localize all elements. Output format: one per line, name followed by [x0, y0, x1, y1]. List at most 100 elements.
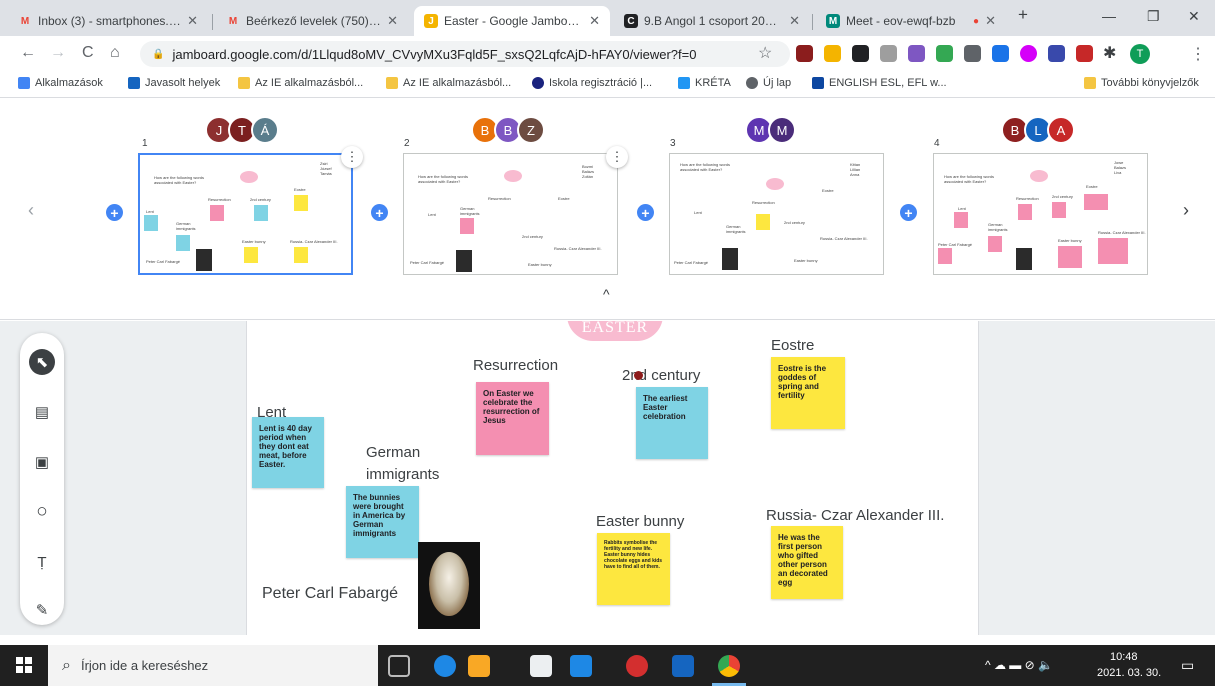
- label-easter-bunny[interactable]: Easter bunny: [596, 512, 684, 531]
- label-russia-czar[interactable]: Russia- Czar Alexander III.: [766, 506, 944, 525]
- tab-gmail-inbox[interactable]: M Inbox (3) - smartphones.frie ✕: [8, 6, 208, 36]
- frame-options-kebab-icon[interactable]: ⋮: [341, 146, 363, 168]
- lock-icon: 🔒: [152, 48, 165, 60]
- add-frame-button[interactable]: +: [637, 204, 654, 221]
- system-tray-icons[interactable]: ^ ☁ ▬ ⊘ 🔈: [985, 658, 1053, 672]
- bookmark-english-esl[interactable]: ENGLISH ESL, EFL w...: [812, 77, 947, 89]
- extension-icon[interactable]: [796, 45, 813, 62]
- clock-date[interactable]: 2021. 03. 30.: [1097, 667, 1161, 679]
- extension-icon[interactable]: [992, 45, 1009, 62]
- bookmark-school-registration[interactable]: Iskola regisztráció |...: [532, 77, 652, 89]
- label-eostre[interactable]: Eostre: [771, 336, 814, 355]
- frame-thumbnail-1[interactable]: How are the following words associated w…: [138, 153, 353, 275]
- mail-icon[interactable]: [570, 655, 592, 677]
- next-frames-button[interactable]: ›: [1183, 200, 1189, 221]
- menu-kebab-icon[interactable]: ⋮: [1190, 44, 1206, 64]
- extension-icon[interactable]: [908, 45, 925, 62]
- sticky-note-eostre[interactable]: Eostre is the goddes of spring and ferti…: [771, 357, 845, 429]
- bookmark-label: KRÉTA: [695, 77, 731, 89]
- back-button[interactable]: ←: [20, 44, 36, 62]
- windows-start-icon[interactable]: [16, 657, 32, 673]
- add-frame-button[interactable]: +: [371, 204, 388, 221]
- extension-icon[interactable]: [1020, 45, 1037, 62]
- extension-icon[interactable]: [852, 45, 869, 62]
- close-icon[interactable]: ✕: [985, 13, 996, 29]
- image-tool-icon[interactable]: ▣: [29, 449, 55, 475]
- bookmark-new-tab[interactable]: Új lap: [746, 77, 791, 89]
- sticky-note-easter-bunny[interactable]: Rabbits symbolise the fertility and new …: [597, 533, 670, 605]
- sticky-note-german-immigrants[interactable]: The bunnies were brought in America by G…: [346, 486, 419, 558]
- sticky-note-russia-czar[interactable]: He was the first person who gifted other…: [771, 526, 843, 599]
- frame-thumbnail-4[interactable]: How are the following words associated w…: [933, 153, 1148, 275]
- sticky-note-lent[interactable]: Lent is 40 day period when they dont eat…: [252, 417, 324, 488]
- add-frame-button[interactable]: +: [900, 204, 917, 221]
- extension-icon[interactable]: [880, 45, 897, 62]
- taskbar-search-input[interactable]: ⌕ Írjon ide a kereséshez: [48, 645, 378, 686]
- clock-time[interactable]: 10:48: [1110, 651, 1138, 663]
- reload-button[interactable]: C: [82, 44, 94, 62]
- close-icon[interactable]: ✕: [789, 13, 800, 29]
- circle-shape-tool-icon[interactable]: ○: [29, 499, 55, 525]
- frame-number: 1: [142, 138, 148, 149]
- sticky-note-2nd-century[interactable]: The earliest Easter celebration: [636, 387, 708, 459]
- frame-thumbnail-2[interactable]: How are the following words associated w…: [403, 153, 618, 275]
- home-button[interactable]: ⌂: [110, 44, 120, 62]
- mini-logo: [504, 170, 522, 182]
- edge-icon[interactable]: [434, 655, 456, 677]
- bookmark-ie-folder-2[interactable]: Az IE alkalmazásból...: [386, 77, 511, 89]
- extension-icon[interactable]: [936, 45, 953, 62]
- tab-classroom[interactable]: C 9.B Angol 1 csoport 2020/2 ✕: [614, 6, 810, 36]
- close-icon[interactable]: ✕: [187, 13, 198, 29]
- close-window-button[interactable]: ✕: [1188, 8, 1200, 25]
- label-german-immigrants[interactable]: German immigrants: [366, 442, 439, 486]
- opera-icon[interactable]: [626, 655, 648, 677]
- store-icon[interactable]: [530, 655, 552, 677]
- profile-avatar[interactable]: T: [1130, 44, 1150, 64]
- laser-tool-icon[interactable]: ✎: [29, 597, 55, 623]
- extension-icon[interactable]: [1076, 45, 1093, 62]
- bookmark-star-icon[interactable]: ☆: [758, 43, 772, 63]
- extension-icon[interactable]: [1048, 45, 1065, 62]
- forward-button[interactable]: →: [50, 44, 66, 62]
- close-icon[interactable]: ✕: [387, 13, 398, 29]
- jamboard-canvas[interactable]: EASTER Lent Lent is 40 day period when t…: [246, 321, 979, 635]
- minimize-button[interactable]: —: [1102, 8, 1116, 24]
- tab-jamboard[interactable]: J Easter - Google Jamboard ✕: [414, 6, 610, 36]
- bookmark-other[interactable]: További könyvjelzők: [1084, 77, 1199, 89]
- new-tab-button[interactable]: +: [1018, 5, 1028, 25]
- label-resurrection[interactable]: Resurrection: [473, 356, 558, 375]
- bookmark-apps[interactable]: Alkalmazások: [18, 77, 103, 89]
- tab-meet[interactable]: M Meet - eov-ewqf-bzb ● ✕: [816, 6, 1006, 36]
- sticky-note-tool-icon[interactable]: ▤: [29, 399, 55, 425]
- tab-gmail-bearkezo[interactable]: M Beérkező levelek (750) - me ✕: [216, 6, 408, 36]
- label-peter-carl-faberge[interactable]: Peter Carl Fabargé: [262, 584, 398, 603]
- word-icon[interactable]: [672, 655, 694, 677]
- url-input[interactable]: 🔒 jamboard.google.com/d/1Llqud8oMV_CVvyM…: [140, 41, 790, 67]
- select-tool-icon[interactable]: ⬉: [29, 349, 55, 375]
- bookmark-kreta[interactable]: KRÉTA: [678, 77, 731, 89]
- sticky-note-resurrection[interactable]: On Easter we celebrate the resurrection …: [476, 382, 549, 455]
- kreta-icon: [678, 77, 690, 89]
- puzzle-icon[interactable]: ✱: [1103, 43, 1116, 63]
- bookmark-label: ENGLISH ESL, EFL w...: [829, 77, 947, 89]
- frame-thumbnail-3[interactable]: How are the following words associated w…: [669, 153, 884, 275]
- file-explorer-icon[interactable]: [468, 655, 490, 677]
- add-frame-button[interactable]: +: [106, 204, 123, 221]
- mini-note: [210, 205, 224, 221]
- close-icon[interactable]: ✕: [589, 13, 600, 29]
- faberge-egg-image[interactable]: [418, 542, 480, 629]
- collapse-filmstrip-button[interactable]: ^: [603, 286, 610, 302]
- extension-icon[interactable]: [964, 45, 981, 62]
- mini-text: How are the following words associated w…: [154, 175, 205, 185]
- mini-text: Peter Carl Fabargé: [146, 259, 181, 264]
- notification-icon[interactable]: ▭: [1181, 657, 1194, 674]
- text-box-tool-icon[interactable]: Ṭ: [29, 549, 55, 575]
- bookmark-ie-folder-1[interactable]: Az IE alkalmazásból...: [238, 77, 363, 89]
- frame-options-kebab-icon[interactable]: ⋮: [606, 146, 628, 168]
- maximize-button[interactable]: ❐: [1147, 8, 1160, 25]
- bookmark-suggested[interactable]: Javasolt helyek: [128, 77, 220, 89]
- task-view-icon[interactable]: [388, 655, 410, 677]
- extension-icon[interactable]: [824, 45, 841, 62]
- prev-frames-button[interactable]: ‹: [28, 200, 34, 221]
- chrome-icon[interactable]: [718, 655, 740, 677]
